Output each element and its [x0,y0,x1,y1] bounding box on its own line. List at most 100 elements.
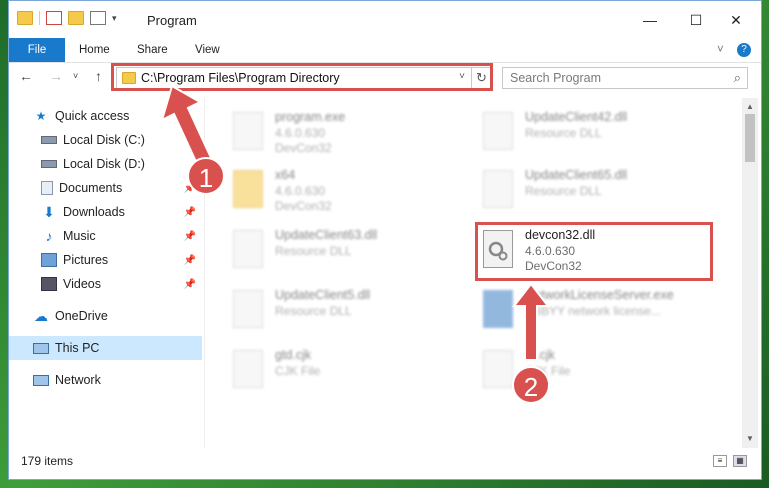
file-name: rd.cjk [525,348,555,362]
file-detail: DevCon32 [275,141,332,155]
executable-icon [483,290,513,328]
vertical-scrollbar[interactable]: ▲ ▼ [742,98,758,448]
expand-ribbon-icon[interactable]: ˅ [717,38,724,62]
sidebar-item-label: Local Disk (C:) [63,133,145,147]
view-options-icon[interactable] [90,11,106,25]
sidebar-item-label: Quick access [55,109,130,123]
network-icon [33,374,49,386]
ribbon-tabs: File Home Share View ˅ ? [9,38,761,63]
forward-button[interactable]: → [49,68,63,84]
scroll-up-icon[interactable]: ▲ [742,100,758,114]
pictures-icon [41,253,57,267]
sidebar-item-label: Videos [63,277,101,291]
drive-icon [41,160,57,168]
sidebar-item-label: Music [63,229,96,243]
sidebar-item-local-disk-c[interactable]: Local Disk (C:) [9,128,202,152]
star-icon: ★ [35,109,47,123]
sidebar-item-pictures[interactable]: Pictures 📌 [9,248,202,272]
file-item[interactable]: rd.cjk CJK File [455,342,695,400]
search-box[interactable]: Search Program ⌕ [502,67,748,89]
pin-icon[interactable]: 📌 [184,207,196,218]
help-icon[interactable]: ? [737,43,751,57]
file-item[interactable]: x64 4.6.0.630 DevCon32 [205,162,445,220]
tab-share[interactable]: Share [137,38,168,62]
sidebar-item-this-pc[interactable]: This PC [9,336,202,360]
file-detail: CJK File [275,364,321,378]
tab-file[interactable]: File [9,38,65,62]
file-item[interactable]: UpdateClient5.dll Resource DLL [205,282,445,340]
file-item[interactable]: UpdateClient65.dll Resource DLL [455,162,695,220]
file-detail: 4.6.0.630 [275,184,326,198]
file-name: UpdateClient63.dll [275,228,378,242]
executable-icon [233,112,263,150]
sidebar-item-network[interactable]: Network [9,368,202,392]
details-view-icon[interactable]: ≡ [713,455,727,467]
file-detail: 4.6.0.630 [275,126,326,140]
file-item[interactable]: UpdateClient42.dll Resource DLL [455,104,695,162]
properties-icon[interactable] [46,11,62,25]
drive-icon [41,136,57,144]
window-title: Program [147,13,197,28]
status-bar: 179 items ≡ ▦ [9,451,761,473]
documents-icon [41,181,53,195]
dll-file-icon [483,112,513,150]
pin-icon[interactable]: 📌 [184,255,196,266]
new-folder-icon[interactable] [68,11,84,25]
sidebar-item-videos[interactable]: Videos 📌 [9,272,202,296]
sidebar-item-downloads[interactable]: ⬇ Downloads 📌 [9,200,202,224]
file-item[interactable]: UpdateClient63.dll Resource DLL [205,222,445,280]
navigation-pane: ★ Quick access Local Disk (C:) Local Dis… [9,98,202,448]
file-detail: Resource DLL [275,304,352,318]
up-button[interactable]: ↑ [95,68,102,84]
step-badge-1: 1 [187,157,225,195]
pin-icon[interactable]: 📌 [184,279,196,290]
scroll-down-icon[interactable]: ▼ [742,432,758,446]
file-detail: Resource DLL [275,244,352,258]
scrollbar-thumb[interactable] [745,114,755,162]
file-name: program.exe [275,110,346,124]
file-icon [233,350,263,388]
sidebar-item-label: Downloads [63,205,125,219]
tab-home[interactable]: Home [79,38,110,62]
file-name: NetworkLicenseServer.exe [525,288,674,302]
sidebar-item-music[interactable]: ♪ Music 📌 [9,224,202,248]
file-detail: Resource DLL [525,184,602,198]
back-button[interactable]: ← [19,68,33,84]
file-item[interactable]: NetworkLicenseServer.exe ABBYY network l… [455,282,695,340]
search-input[interactable]: Search Program [510,71,601,85]
file-detail: DevCon32 [275,199,332,213]
sidebar-item-quick-access[interactable]: ★ Quick access [9,104,202,128]
sidebar-item-label: Pictures [63,253,109,267]
file-name: gtd.cjk [275,348,312,362]
file-item[interactable]: program.exe 4.6.0.630 DevCon32 [205,104,445,162]
pin-icon[interactable]: 📌 [184,231,196,242]
sidebar-item-onedrive[interactable]: ☁ OneDrive [9,304,202,328]
sidebar-item-label: Network [55,373,101,387]
sidebar-item-label: This PC [55,341,100,355]
item-count: 179 items [21,454,74,468]
sidebar-item-label: Local Disk (D:) [63,157,145,171]
file-item[interactable]: gtd.cjk CJK File [205,342,445,400]
file-detail: ABBYY network license... [525,304,661,318]
sidebar-item-local-disk-d[interactable]: Local Disk (D:) [9,152,202,176]
music-icon: ♪ [45,228,53,244]
search-icon[interactable]: ⌕ [734,70,741,86]
toolbar-divider [39,11,40,25]
close-button[interactable]: ✕ [713,5,759,35]
file-icon [483,350,513,388]
title-bar: ▾ Program — ☐ ✕ [9,1,761,38]
customize-toolbar-icon[interactable]: ▾ [112,13,117,24]
videos-icon [41,277,57,291]
file-name: x64 [275,168,296,182]
file-name: UpdateClient42.dll [525,110,628,124]
minimize-button[interactable]: — [627,5,673,35]
file-highlight [475,222,713,281]
tiles-view-icon[interactable]: ▦ [733,455,747,467]
quick-access-toolbar: ▾ [17,11,117,25]
recent-locations-button[interactable]: ˅ [73,71,78,81]
tab-view[interactable]: View [195,38,220,62]
folder-icon [17,11,33,25]
sidebar-item-documents[interactable]: Documents 📌 [9,176,202,200]
file-name: UpdateClient65.dll [525,168,628,182]
dll-file-icon [233,290,263,328]
